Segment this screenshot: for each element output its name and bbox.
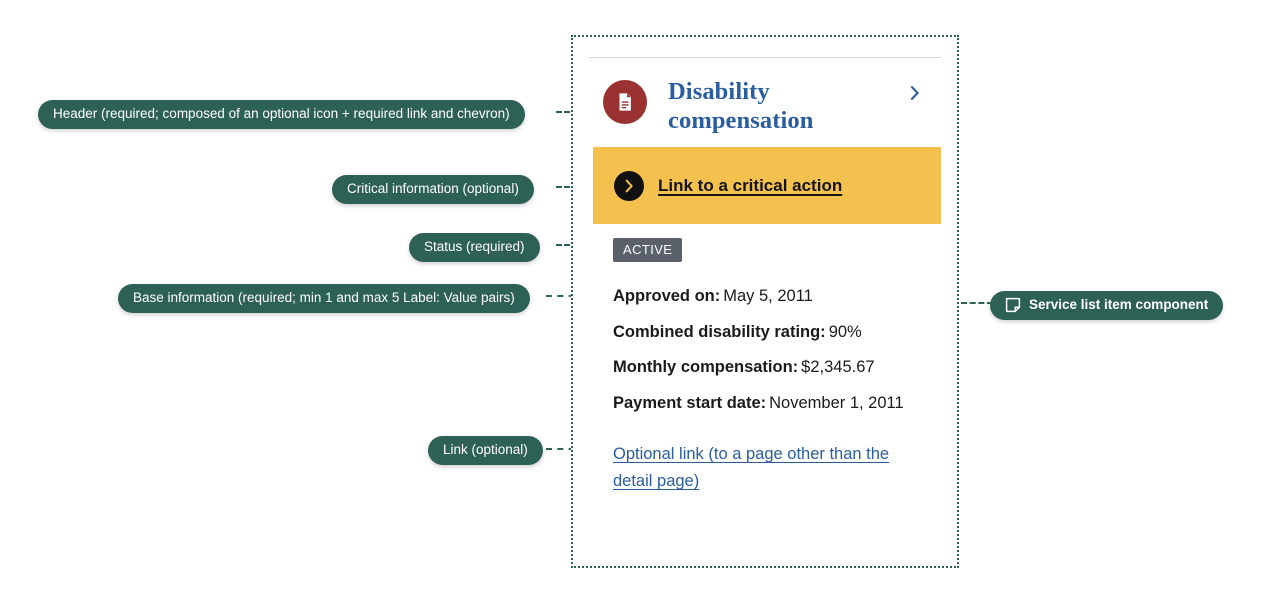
service-list-item-card: Disability compensation Link to a critic… (571, 35, 959, 568)
base-information-label: Approved on: (613, 287, 721, 305)
annotation-pill-component: Service list item component (990, 291, 1224, 320)
document-icon (603, 80, 647, 124)
chevron-right-circle-icon (614, 170, 644, 201)
base-information-row: Combined disability rating: 90% (613, 322, 939, 343)
connector-component (961, 302, 993, 304)
base-information-value: $2,345.67 (801, 358, 875, 377)
annotation-pill-component-label: Service list item component (1029, 297, 1209, 313)
base-information-label: Monthly compensation: (613, 358, 799, 377)
status-badge-label: ACTIVE (623, 242, 673, 257)
critical-information-banner: Link to a critical action (593, 147, 941, 224)
status-badge: ACTIVE (613, 238, 683, 262)
card-header[interactable]: Disability compensation (603, 78, 937, 136)
component-sticker-icon (1005, 297, 1021, 313)
annotation-pill-status: Status (required) (409, 233, 540, 262)
annotation-pill-base-information: Base information (required; min 1 and ma… (118, 284, 530, 313)
base-information-row: Approved on: May 5, 2011 (613, 286, 939, 307)
annotation-pill-status-label: Status (required) (424, 239, 525, 254)
base-information-row: Monthly compensation: $2,345.67 (613, 357, 939, 378)
annotation-pill-header: Header (required; composed of an optiona… (38, 100, 525, 129)
base-information-value: 90% (828, 322, 862, 341)
base-information-value: November 1, 2011 (769, 393, 904, 412)
annotation-pill-base-information-label: Base information (required; min 1 and ma… (133, 290, 515, 305)
annotation-pill-critical: Critical information (optional) (332, 175, 534, 204)
annotation-pill-link: Link (optional) (428, 436, 543, 465)
annotation-pill-link-label: Link (optional) (443, 442, 528, 457)
card-top-divider (589, 57, 941, 58)
base-information-label: Combined disability rating: (613, 322, 826, 341)
card-title-link[interactable]: Disability compensation (668, 78, 868, 136)
base-information-list: Approved on: May 5, 2011 Combined disabil… (613, 286, 939, 414)
base-information-label: Payment start date: (613, 393, 767, 412)
chevron-right-icon[interactable] (907, 85, 923, 101)
optional-link[interactable]: Optional link (to a page other than the … (613, 441, 918, 495)
base-information-value: May 5, 2011 (723, 287, 813, 305)
base-information-row: Payment start date: November 1, 2011 (613, 393, 939, 414)
critical-action-link[interactable]: Link to a critical action (658, 176, 842, 196)
annotation-pill-critical-label: Critical information (optional) (347, 181, 519, 196)
annotation-pill-header-label: Header (required; composed of an optiona… (53, 106, 510, 121)
